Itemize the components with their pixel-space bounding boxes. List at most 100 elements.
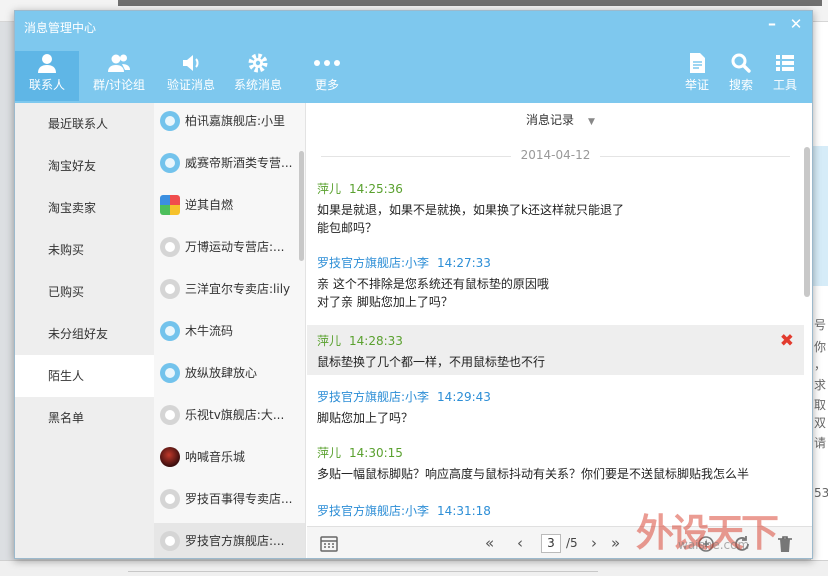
- list-item[interactable]: 木牛流码: [154, 313, 305, 355]
- avatar: [160, 279, 180, 299]
- trash-icon[interactable]: [777, 535, 793, 553]
- tab-contacts-label: 联系人: [28, 78, 65, 92]
- search-button[interactable]: 搜索: [723, 51, 759, 101]
- avatar: [160, 447, 180, 467]
- contact-name: 放纵放肆放心: [185, 366, 258, 380]
- list-item[interactable]: 柏讯嘉旗舰店:小里: [154, 103, 305, 145]
- contact-list: 柏讯嘉旗舰店:小里 威赛帝斯酒类专营... 逆其自燃 万博运动专营店:... 三…: [154, 103, 306, 558]
- message-record-title: 消息记录: [526, 113, 575, 127]
- calendar-icon[interactable]: [320, 536, 338, 552]
- message-item[interactable]: 萍儿 14:25:36 如果是就退，如果不是就换，如果换了k还这样就只能退了 能包…: [307, 181, 804, 237]
- background-text: 请: [814, 436, 827, 450]
- contact-name: 万博运动专营店:...: [185, 240, 285, 254]
- message-body: 鼠标垫换了几个都一样，不用鼠标垫也不行: [317, 353, 804, 371]
- message-scrollbar[interactable]: [804, 147, 810, 297]
- category-not-purchased[interactable]: 未购买: [15, 229, 154, 271]
- contact-name: 呐喊音乐城: [185, 450, 246, 464]
- list-item[interactable]: 呐喊音乐城: [154, 439, 305, 481]
- list-item[interactable]: 威赛帝斯酒类专营...: [154, 145, 305, 187]
- delete-message-icon[interactable]: ✖: [780, 333, 794, 350]
- page-number-input[interactable]: 3: [541, 534, 561, 553]
- last-page-button[interactable]: »: [611, 533, 620, 553]
- tools-button[interactable]: 工具: [767, 51, 803, 101]
- contact-name: 威赛帝斯酒类专营...: [185, 156, 293, 170]
- avatar: [160, 195, 180, 215]
- message-record-header[interactable]: 消息记录 ▼: [307, 103, 812, 139]
- tab-more[interactable]: 更多: [299, 51, 355, 101]
- message-item[interactable]: 萍儿 14:30:15 多贴一幅鼠标脚贴？响应高度与鼠标抖动有关系？你们要是不送鼠…: [307, 445, 804, 483]
- message-item[interactable]: 罗技官方旗舰店:小李 14:29:43 脚贴您加上了吗？: [307, 389, 804, 427]
- contact-name: 罗技百事得专卖店...: [185, 492, 293, 506]
- list-item[interactable]: 放纵放肆放心: [154, 355, 305, 397]
- avatar: [160, 531, 180, 551]
- message-line: 鼠标垫换了几个都一样，不用鼠标垫也不行: [317, 355, 546, 369]
- minimize-button[interactable]: –: [762, 14, 782, 34]
- tab-verification[interactable]: 验证消息: [159, 51, 223, 101]
- avatar: [160, 489, 180, 509]
- refresh-icon[interactable]: [733, 535, 751, 553]
- close-button[interactable]: ✕: [786, 14, 806, 34]
- background-text: 取: [814, 398, 827, 412]
- speaker-icon: [183, 55, 199, 71]
- background-text: 双: [814, 416, 827, 430]
- background-text: 53: [814, 486, 828, 500]
- document-icon: [690, 53, 705, 73]
- message-sender: 罗技官方旗舰店:小李: [317, 504, 430, 518]
- tab-verification-label: 验证消息: [166, 78, 215, 92]
- avatar: [160, 153, 180, 173]
- message-sender: 罗技官方旗舰店:小李: [317, 256, 430, 270]
- message-time: 14:31:18: [437, 504, 491, 518]
- category-purchased[interactable]: 已购买: [15, 271, 154, 313]
- tab-groups[interactable]: 群/讨论组: [87, 51, 151, 101]
- tab-contacts[interactable]: 联系人: [15, 51, 79, 101]
- tab-system-messages[interactable]: 系统消息: [226, 51, 290, 101]
- message-body: 如果是就退，如果不是就换，如果换了k还这样就只能退了 能包邮吗？: [317, 201, 804, 237]
- list-item[interactable]: 罗技官方旗舰店:...: [154, 523, 305, 558]
- category-taobao-sellers[interactable]: 淘宝卖家: [15, 187, 154, 229]
- message-body: 多贴一幅鼠标脚贴？响应高度与鼠标抖动有关系？你们要是不送鼠标脚贴我怎么半: [317, 465, 804, 483]
- chevron-down-icon[interactable]: ▼: [588, 117, 595, 127]
- report-button[interactable]: 举证: [679, 51, 715, 101]
- list-item[interactable]: 乐视tv旗舰店:大...: [154, 397, 305, 439]
- message-item[interactable]: 罗技官方旗舰店:小李 14:31:18: [307, 503, 804, 519]
- list-item[interactable]: 罗技百事得专卖店...: [154, 481, 305, 523]
- title-bar[interactable]: 消息管理中心 – ✕ 联系人 群/讨论组 验证消息 系统消息 更多 举证 搜索 …: [15, 11, 812, 103]
- category-strangers[interactable]: 陌生人: [15, 355, 154, 397]
- category-blacklist[interactable]: 黑名单: [15, 397, 154, 439]
- contact-name: 柏讯嘉旗舰店:小里: [185, 114, 286, 128]
- list-item[interactable]: 万博运动专营店:...: [154, 229, 305, 271]
- prev-page-button[interactable]: ‹: [517, 533, 523, 553]
- list-icon: [776, 55, 794, 71]
- list-item[interactable]: 三洋宜尔专卖店:lily: [154, 271, 305, 313]
- message-line: 脚贴您加上了吗？: [317, 411, 414, 425]
- contact-list-scrollbar[interactable]: [299, 151, 304, 261]
- message-line: 亲 这个不排除是您系统还有鼠标垫的原因哦: [317, 277, 549, 291]
- category-taobao-friends[interactable]: 淘宝好友: [15, 145, 154, 187]
- export-icon[interactable]: [697, 535, 715, 553]
- message-line: 如果是就退，如果不是就换，如果换了k还这样就只能退了: [317, 203, 624, 217]
- avatar: [160, 237, 180, 257]
- message-item-selected[interactable]: 萍儿 14:28:33 鼠标垫换了几个都一样，不用鼠标垫也不行 ✖: [307, 325, 804, 375]
- message-record-panel: 消息记录 ▼ 2014-04-12 萍儿 14:25:36 如果是就退，如果不是就换…: [307, 103, 812, 558]
- next-page-button[interactable]: ›: [591, 533, 597, 553]
- background-text: 你: [814, 340, 827, 354]
- search-label: 搜索: [728, 78, 753, 92]
- message-item[interactable]: 罗技官方旗舰店:小李 14:27:33 亲 这个不排除是您系统还有鼠标垫的原因哦 …: [307, 255, 804, 311]
- category-recent[interactable]: 最近联系人: [15, 103, 154, 145]
- tab-system-messages-label: 系统消息: [233, 78, 282, 92]
- message-line: 能包邮吗？: [317, 221, 378, 235]
- category-ungrouped[interactable]: 未分组好友: [15, 313, 154, 355]
- date-label: 2014-04-12: [510, 148, 601, 162]
- date-separator: 2014-04-12: [307, 148, 804, 164]
- page-total: /5: [566, 536, 578, 550]
- report-label: 举证: [684, 78, 709, 92]
- message-time: 14:25:36: [349, 182, 403, 196]
- search-icon: [731, 53, 751, 73]
- message-time: 14:28:33: [349, 334, 403, 348]
- contact-category-list: 最近联系人 淘宝好友 淘宝卖家 未购买 已购买 未分组好友 陌生人 黑名单: [15, 103, 154, 558]
- tab-more-label: 更多: [314, 78, 339, 92]
- list-item[interactable]: 逆其自燃: [154, 187, 305, 229]
- message-line: 多贴一幅鼠标脚贴？响应高度与鼠标抖动有关系？你们要是不送鼠标脚贴我怎么半: [317, 467, 750, 481]
- background-app-bottom: [0, 560, 828, 576]
- first-page-button[interactable]: «: [485, 533, 494, 553]
